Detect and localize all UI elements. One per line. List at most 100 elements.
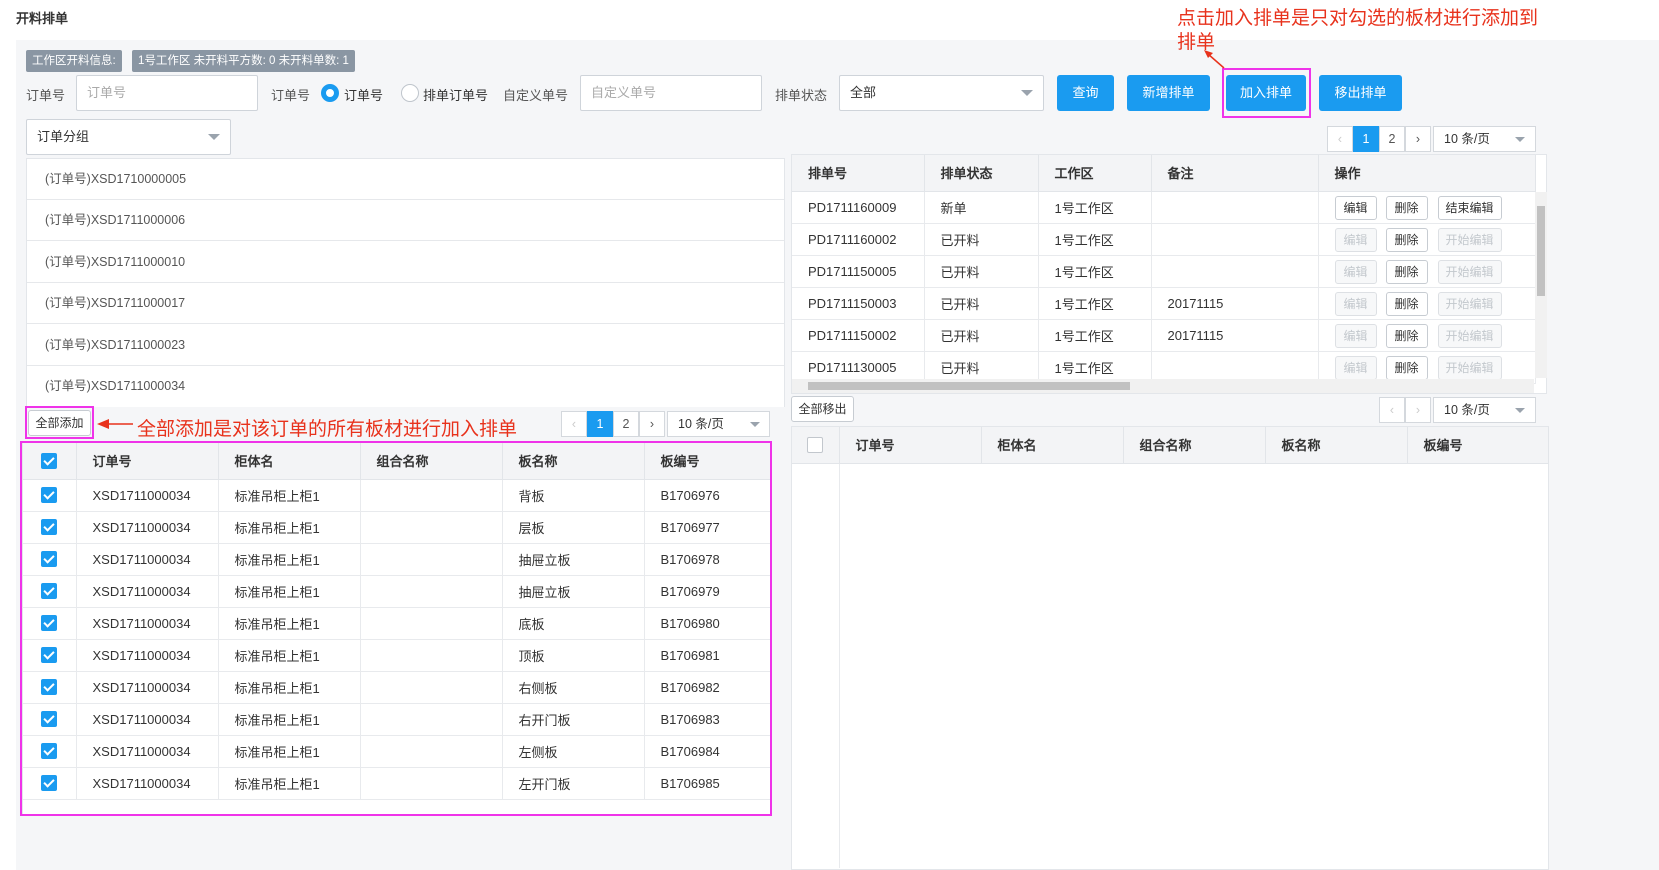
toggle-edit-button[interactable]: 结束编辑 [1437, 195, 1502, 220]
cell-workarea: 1号工作区 [1038, 191, 1152, 224]
edit-button[interactable]: 编辑 [1334, 259, 1377, 284]
col-header-cabinet[interactable]: 柜体名 [981, 427, 1124, 464]
query-button[interactable]: 查询 [1057, 75, 1114, 111]
highlight-add-all [25, 406, 94, 439]
delete-button[interactable]: 删除 [1385, 291, 1428, 316]
cell-actions: 编辑 删除 结束编辑 [1318, 191, 1536, 224]
list-item[interactable]: (订单号)XSD1711000006 [27, 200, 784, 241]
cell-schedule-no: PD1711150005 [792, 255, 925, 288]
chevron-down-icon [1021, 90, 1033, 96]
toggle-edit-button[interactable]: 开始编辑 [1437, 259, 1502, 284]
schedule-status-select[interactable]: 全部 [839, 75, 1044, 111]
col-header-workarea[interactable]: 工作区 [1038, 155, 1152, 192]
highlight-boards-table [20, 441, 772, 816]
workarea-info-summary: 1号工作区 未开料平方数: 0 未开料单数: 1 [132, 50, 355, 72]
toggle-edit-button[interactable]: 开始编辑 [1437, 227, 1502, 252]
edit-button[interactable]: 编辑 [1334, 195, 1377, 220]
cell-schedule-status: 新单 [924, 191, 1039, 224]
col-header-note[interactable]: 备注 [1151, 155, 1319, 192]
chevron-down-icon [750, 422, 760, 427]
cell-note [1151, 191, 1319, 224]
col-header-schedule-no[interactable]: 排单号 [792, 155, 925, 192]
col-header-board-no[interactable]: 板编号 [1407, 427, 1549, 464]
toggle-edit-button[interactable]: 开始编辑 [1437, 323, 1502, 348]
custom-no-input[interactable]: 自定义单号 [580, 75, 762, 111]
order-no-input[interactable]: 订单号 [76, 75, 258, 111]
edit-button[interactable]: 编辑 [1334, 227, 1377, 252]
list-item[interactable]: (订单号)XSD1711000034 [27, 366, 784, 407]
table-row[interactable]: PD1711160002 已开料 1号工作区 编辑 删除 开始编辑 [792, 223, 1536, 256]
col-header-actions: 操作 [1318, 155, 1536, 192]
radio-order-no-label: 订单号 [344, 88, 384, 103]
cell-schedule-status: 已开料 [924, 319, 1039, 352]
pager-page-1[interactable]: 1 [1353, 126, 1379, 152]
page-title: 开料排单 [16, 11, 69, 26]
radio-schedule-order-no[interactable] [401, 84, 419, 102]
list-item[interactable]: (订单号)XSD1711000023 [27, 325, 784, 366]
table-row[interactable]: PD1711160009 新单 1号工作区 编辑 删除 结束编辑 [792, 191, 1536, 224]
scheduled-boards-table: 订单号 柜体名 组合名称 板名称 板编号 [792, 427, 1549, 464]
delete-button[interactable]: 删除 [1385, 259, 1428, 284]
list-item[interactable]: (订单号)XSD1711000010 [27, 242, 784, 283]
remove-all-button[interactable]: 全部移出 [791, 396, 854, 422]
annotation-add-all: 全部添加是对该订单的所有板材进行加入排单 [137, 419, 518, 440]
delete-button[interactable]: 删除 [1385, 227, 1428, 252]
pager-next-button[interactable]: › [1405, 397, 1431, 423]
toggle-edit-button[interactable]: 开始编辑 [1437, 355, 1502, 380]
col-header-schedule-status[interactable]: 排单状态 [924, 155, 1039, 192]
edit-button[interactable]: 编辑 [1334, 323, 1377, 348]
annotation-add-schedule: 点击加入排单是只对勾选的板材进行添加到 [1177, 8, 1539, 29]
cell-schedule-status: 已开料 [924, 255, 1039, 288]
cell-actions: 编辑 删除 开始编辑 [1318, 319, 1536, 352]
vertical-scrollbar[interactable] [1535, 192, 1547, 378]
schedule-table: 排单号 排单状态 工作区 备注 操作 PD1711160009 新单 1号工作区 编辑… [792, 155, 1536, 384]
chevron-down-icon [208, 134, 220, 140]
col-header-board-name[interactable]: 板名称 [1265, 427, 1408, 464]
edit-button[interactable]: 编辑 [1334, 355, 1377, 380]
table-row[interactable]: PD1711150002 已开料 1号工作区 20171115 编辑 删除 开始编辑 [792, 319, 1536, 352]
chevron-down-icon [1515, 408, 1525, 413]
cell-note [1151, 255, 1319, 288]
cell-schedule-status: 已开料 [924, 223, 1039, 256]
col-header-order-no[interactable]: 订单号 [839, 427, 982, 464]
radio-order-no[interactable] [321, 84, 339, 102]
pager-next-button[interactable]: › [1405, 126, 1431, 152]
cell-note: 20171115 [1151, 287, 1319, 320]
table-row[interactable]: PD1711150005 已开料 1号工作区 编辑 删除 开始编辑 [792, 255, 1536, 288]
table-row[interactable]: PD1711150003 已开料 1号工作区 20171115 编辑 删除 开始编辑 [792, 287, 1536, 320]
order-group-select[interactable]: 订单分组 [26, 119, 231, 155]
highlight-add-to-schedule [1222, 68, 1311, 118]
new-schedule-button[interactable]: 新增排单 [1127, 75, 1210, 111]
horizontal-scrollbar[interactable] [792, 379, 1534, 393]
edit-button[interactable]: 编辑 [1334, 291, 1377, 316]
remove-from-schedule-button[interactable]: 移出排单 [1319, 75, 1402, 111]
list-item[interactable]: (订单号)XSD1710000005 [27, 159, 784, 200]
pager-next-button[interactable]: › [639, 411, 665, 437]
cell-schedule-no: PD1711160002 [792, 223, 925, 256]
cell-note: 20171115 [1151, 319, 1319, 352]
pager-page-2[interactable]: 2 [1379, 126, 1405, 152]
delete-button[interactable]: 删除 [1385, 195, 1428, 220]
pager-prev-button[interactable]: ‹ [1379, 397, 1405, 423]
radio-schedule-label: 排单订单号 [423, 88, 489, 103]
pager-prev-button[interactable]: ‹ [561, 411, 587, 437]
col-header-combination[interactable]: 组合名称 [1123, 427, 1266, 464]
custom-no-label: 自定义单号 [503, 88, 569, 103]
order-no-label: 订单号 [26, 88, 66, 103]
pager-page-1[interactable]: 1 [587, 411, 613, 437]
delete-button[interactable]: 删除 [1385, 355, 1428, 380]
order-type-label: 订单号 [271, 88, 311, 103]
cell-schedule-no: PD1711150003 [792, 287, 925, 320]
pager-page-2[interactable]: 2 [613, 411, 639, 437]
cell-actions: 编辑 删除 开始编辑 [1318, 223, 1536, 256]
scheduled-boards-panel: 订单号 柜体名 组合名称 板名称 板编号 [791, 426, 1549, 870]
delete-button[interactable]: 删除 [1385, 323, 1428, 348]
select-all-checkbox[interactable] [792, 427, 840, 464]
pager-prev-button[interactable]: ‹ [1327, 126, 1353, 152]
cell-workarea: 1号工作区 [1038, 287, 1152, 320]
toggle-edit-button[interactable]: 开始编辑 [1437, 291, 1502, 316]
list-item[interactable]: (订单号)XSD1711000017 [27, 283, 784, 324]
cell-workarea: 1号工作区 [1038, 223, 1152, 256]
column-divider [839, 464, 840, 868]
annotation-arrow-icon [1204, 50, 1225, 69]
